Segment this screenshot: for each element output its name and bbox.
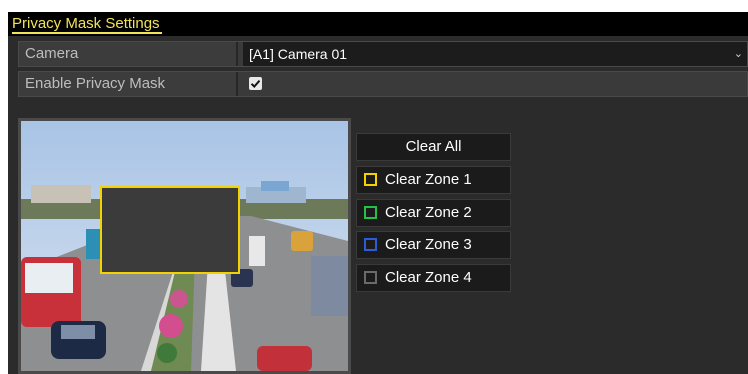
- page-title: Privacy Mask Settings: [12, 15, 162, 34]
- camera-select-value: [A1] Camera 01: [249, 46, 348, 62]
- clear-zone-4-button[interactable]: Clear Zone 4: [356, 264, 511, 292]
- clear-zone-3-button[interactable]: Clear Zone 3: [356, 231, 511, 259]
- zone-1-color-icon: [364, 173, 377, 186]
- privacy-mask-zone-1[interactable]: [100, 186, 240, 274]
- checkmark-icon: [250, 79, 261, 88]
- camera-label: Camera: [19, 42, 238, 66]
- zone-3-color-icon: [364, 238, 377, 251]
- camera-select[interactable]: [A1] Camera 01 ⌄: [243, 42, 747, 66]
- camera-row: Camera [A1] Camera 01 ⌄: [18, 41, 748, 67]
- enable-privacy-mask-label: Enable Privacy Mask: [19, 72, 238, 96]
- clear-zone-1-label: Clear Zone 1: [385, 171, 472, 188]
- zone-4-color-icon: [364, 271, 377, 284]
- clear-all-button[interactable]: Clear All: [356, 133, 511, 161]
- clear-zone-4-label: Clear Zone 4: [385, 269, 472, 286]
- clear-zone-3-label: Clear Zone 3: [385, 236, 472, 253]
- privacy-mask-panel: Privacy Mask Settings Camera [A1] Camera…: [8, 12, 748, 374]
- enable-privacy-mask-field: [243, 72, 747, 96]
- clear-zone-2-label: Clear Zone 2: [385, 204, 472, 221]
- zone-2-color-icon: [364, 206, 377, 219]
- camera-preview[interactable]: [18, 118, 351, 374]
- clear-zone-1-button[interactable]: Clear Zone 1: [356, 166, 511, 194]
- clear-zone-2-button[interactable]: Clear Zone 2: [356, 199, 511, 227]
- chevron-down-icon[interactable]: ⌄: [734, 42, 743, 66]
- title-bar: Privacy Mask Settings: [8, 12, 748, 36]
- enable-privacy-mask-checkbox[interactable]: [249, 77, 262, 90]
- enable-privacy-mask-row: Enable Privacy Mask: [18, 71, 748, 97]
